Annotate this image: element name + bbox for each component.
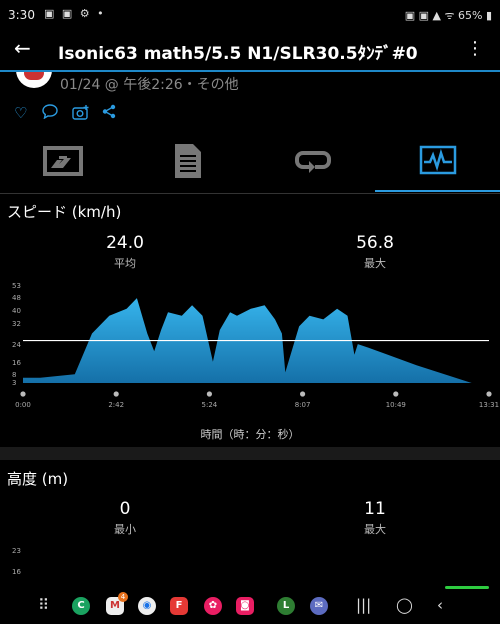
elevation-max-label: 最大 (364, 523, 386, 536)
app-drawer-icon[interactable]: ⠿ (38, 596, 49, 614)
tab-details[interactable] (125, 130, 250, 192)
elevation-min-value: 0 (119, 499, 131, 519)
speed-x-tick-label: 10:49 (386, 401, 406, 409)
back-nav-icon[interactable]: ‹ (437, 596, 443, 614)
comment-icon[interactable] (42, 104, 58, 123)
speed-y-tick-label: 24 (12, 341, 21, 349)
status-bar: 3:30 ▣ ▣ ⚙ • ▣ ▣ ▲ ᯤ 65% ▮ (0, 0, 500, 30)
speed-avg-label: 平均 (114, 257, 136, 270)
tab-laps[interactable] (250, 130, 375, 192)
speed-x-tick-dot (393, 391, 399, 397)
battery-icon: ▮ (485, 9, 492, 22)
elevation-y-tick: 23 (12, 547, 21, 555)
speed-avg-stat: 24.0 平均 (65, 233, 185, 271)
speed-y-tick-label: 3 (12, 379, 16, 387)
speed-y-tick-label: 40 (12, 307, 21, 315)
header-underline (0, 70, 500, 72)
tab-charts[interactable] (375, 130, 500, 192)
speed-chart: 53 48 40 32 24 16 83 0:00 2:42 5:24 8:07 10:49 13:31 (12, 282, 499, 409)
speed-y-tick-label: 48 (12, 294, 21, 302)
tab-bar (0, 130, 500, 192)
speed-x-axis-caption: 時間（時：分：秒） (200, 428, 300, 441)
battery-text: 65% (457, 9, 483, 22)
speed-max-value: 56.8 (356, 233, 394, 253)
speed-x-tick-label: 2:42 (108, 401, 124, 409)
speed-x-tick-label: 13:31 (479, 401, 499, 409)
page-title: Isonic63 math5/5.5 N1/SLR30.5ﾀﾝﾃﾞ#0 (58, 44, 418, 64)
elevation-max-stat: 11 最大 (315, 499, 435, 537)
section-separator (0, 447, 500, 460)
elevation-y-tick: 16 (12, 568, 21, 576)
photo-add-icon[interactable] (72, 104, 90, 124)
home-icon[interactable]: ◯ (396, 596, 413, 614)
speed-x-tick-dot (300, 391, 306, 397)
back-arrow-icon[interactable]: ← (14, 36, 31, 60)
system-nav-bar: ⠿ C M 4 ◉ F ✿ ◙ L ✉ ||| ◯ ‹ (0, 588, 500, 624)
speed-x-tick-dot (486, 391, 492, 397)
overview-icon (42, 146, 83, 176)
details-document-icon (174, 144, 201, 178)
chrome-app-icon[interactable]: ◉ (138, 597, 156, 615)
speed-y-tick-label: 16 (12, 359, 21, 367)
recent-apps-icon[interactable]: ||| (356, 596, 371, 614)
share-icon[interactable] (102, 104, 116, 123)
charts-waveform-icon (419, 145, 456, 175)
speed-max-label: 最大 (364, 257, 386, 270)
tab-overview[interactable] (0, 130, 125, 192)
app-bar: ← Isonic63 math5/5.5 N1/SLR30.5ﾀﾝﾃﾞ#0 ⋮ (0, 30, 500, 70)
elevation-min-stat: 0 最小 (65, 499, 185, 537)
line-app-icon[interactable]: L (277, 597, 295, 615)
status-time: 3:30 (8, 8, 35, 22)
mail-badge: 4 (118, 592, 128, 602)
speed-x-tick-label: 8:07 (295, 401, 311, 409)
like-heart-icon[interactable]: ♡ (14, 104, 27, 122)
flipboard-app-icon[interactable]: F (170, 597, 188, 615)
signal-icon: ▣ ▣ ▲ ᯤ (404, 9, 458, 22)
speed-x-tick-dot (206, 391, 212, 397)
status-notification-icons: ▣ ▣ ⚙ • (44, 7, 106, 20)
elevation-max-value: 11 (364, 499, 386, 519)
speed-section-title: スピード (km/h) (7, 203, 122, 221)
speed-y-tick-label: 8 (12, 371, 16, 379)
more-options-icon[interactable]: ⋮ (466, 38, 484, 59)
speed-x-tick-dot (113, 391, 119, 397)
speed-x-tick-label: 0:00 (15, 401, 31, 409)
laps-loop-icon (294, 151, 331, 173)
camera-app-icon[interactable]: ◙ (236, 597, 254, 615)
green-indicator (445, 586, 489, 589)
speed-y-tick-label: 32 (12, 320, 21, 328)
activity-date: 01/24 @ 午後2:26・その他 (60, 77, 239, 93)
flower-app-icon[interactable]: ✿ (204, 597, 222, 615)
messenger-app-icon[interactable]: ✉ (310, 597, 328, 615)
phone-app-icon[interactable]: C (72, 597, 90, 615)
tabs-divider (0, 193, 500, 194)
speed-y-tick-label: 53 (12, 282, 21, 290)
speed-x-tick-label: 5:24 (202, 401, 218, 409)
status-right: ▣ ▣ ▲ ᯤ 65% ▮ (405, 8, 492, 23)
elevation-section-title: 高度 (m) (7, 470, 69, 488)
speed-x-tick-dot (20, 391, 26, 397)
speed-avg-value: 24.0 (106, 233, 144, 253)
elevation-min-label: 最小 (114, 523, 136, 536)
speed-max-stat: 56.8 最大 (315, 233, 435, 271)
